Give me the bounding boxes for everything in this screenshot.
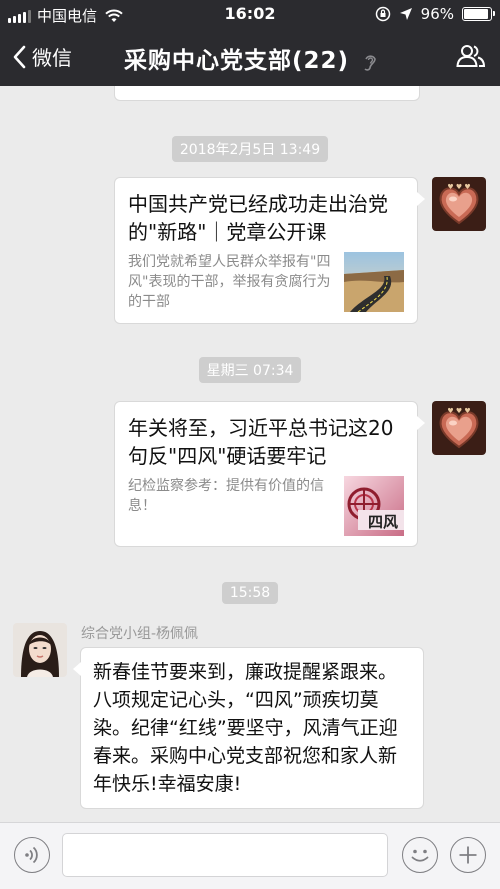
status-bar: 中国电信 16:02 96% bbox=[0, 0, 500, 28]
timestamp: 2018年2月5日 13:49 bbox=[0, 136, 500, 162]
battery-icon bbox=[462, 7, 495, 21]
rotation-lock-icon bbox=[375, 6, 390, 22]
sender-avatar[interactable] bbox=[13, 623, 67, 677]
chat-message-list[interactable]: 2018年2月5日 13:49 中国共产党已经成功走出治党的"新路"｜党章公开课… bbox=[0, 86, 500, 822]
svg-text:♥ ♥ ♥: ♥ ♥ ♥ bbox=[447, 407, 470, 415]
heart-avatar-image: ♥ ♥ ♥ bbox=[432, 401, 486, 455]
nav-bar: 微信 采购中心党支部(22) bbox=[0, 28, 500, 86]
more-functions-button[interactable] bbox=[450, 837, 486, 873]
group-members-button[interactable] bbox=[456, 44, 486, 72]
text-message-bubble[interactable]: 新春佳节要来到，廉政提醒紧跟来。八项规定记心头，“四风”顽疾切莫染。纪律“红线”… bbox=[73, 647, 424, 809]
chat-title: 采购中心党支部(22) bbox=[0, 41, 500, 75]
sifeng-thumbnail: 四风 bbox=[344, 476, 404, 536]
sender-avatar[interactable]: ♥ ♥ ♥ bbox=[432, 401, 486, 455]
wechat-chat-screen: 中国电信 16:02 96% 微信 采购中心党支部(22) 2018年2月5日 … bbox=[0, 0, 500, 889]
svg-text:♥ ♥ ♥: ♥ ♥ ♥ bbox=[447, 183, 470, 191]
ear-mode-icon bbox=[364, 54, 376, 71]
group-members-icon bbox=[456, 45, 486, 67]
link-card[interactable]: 中国共产党已经成功走出治党的"新路"｜党章公开课 我们党就希望人民群众举报有"四… bbox=[114, 177, 425, 324]
link-card[interactable]: 年关将至，习近平总书记这20句反"四风"硬话要牢记 纪检监察参考：提供有价值的信… bbox=[114, 401, 425, 547]
link-card-description: 纪检监察参考：提供有价值的信息！ bbox=[128, 478, 324, 514]
sender-avatar[interactable]: ♥ ♥ ♥ bbox=[432, 177, 486, 231]
message-input[interactable] bbox=[62, 833, 388, 877]
previous-link-card[interactable] bbox=[114, 86, 420, 101]
timestamp: 15:58 bbox=[0, 582, 500, 604]
voice-toggle-button[interactable] bbox=[14, 837, 50, 873]
input-bar bbox=[0, 822, 500, 889]
timestamp: 星期三 07:34 bbox=[0, 357, 500, 383]
battery-percent: 96% bbox=[420, 5, 454, 23]
road-thumbnail bbox=[344, 252, 404, 312]
link-card-title: 中国共产党已经成功走出治党的"新路"｜党章公开课 bbox=[128, 192, 388, 244]
woman-avatar-image bbox=[13, 623, 67, 677]
heart-avatar-image: ♥ ♥ ♥ bbox=[432, 177, 486, 231]
chat-title-text: 采购中心党支部(22) bbox=[123, 48, 349, 74]
location-arrow-icon bbox=[399, 8, 412, 20]
voice-icon bbox=[24, 846, 38, 863]
link-card-description: 我们党就希望人民群众举报有"四风"表现的干部，举报有贪腐行为的干部 bbox=[128, 254, 331, 310]
link-card-title: 年关将至，习近平总书记这20句反"四风"硬话要牢记 bbox=[128, 416, 394, 468]
plus-icon bbox=[459, 846, 476, 863]
thumbnail-text: 四风 bbox=[368, 513, 399, 531]
sender-name: 综合党小组-杨佩佩 bbox=[81, 626, 199, 642]
smiley-icon bbox=[411, 849, 428, 862]
emoji-button[interactable] bbox=[402, 837, 438, 873]
